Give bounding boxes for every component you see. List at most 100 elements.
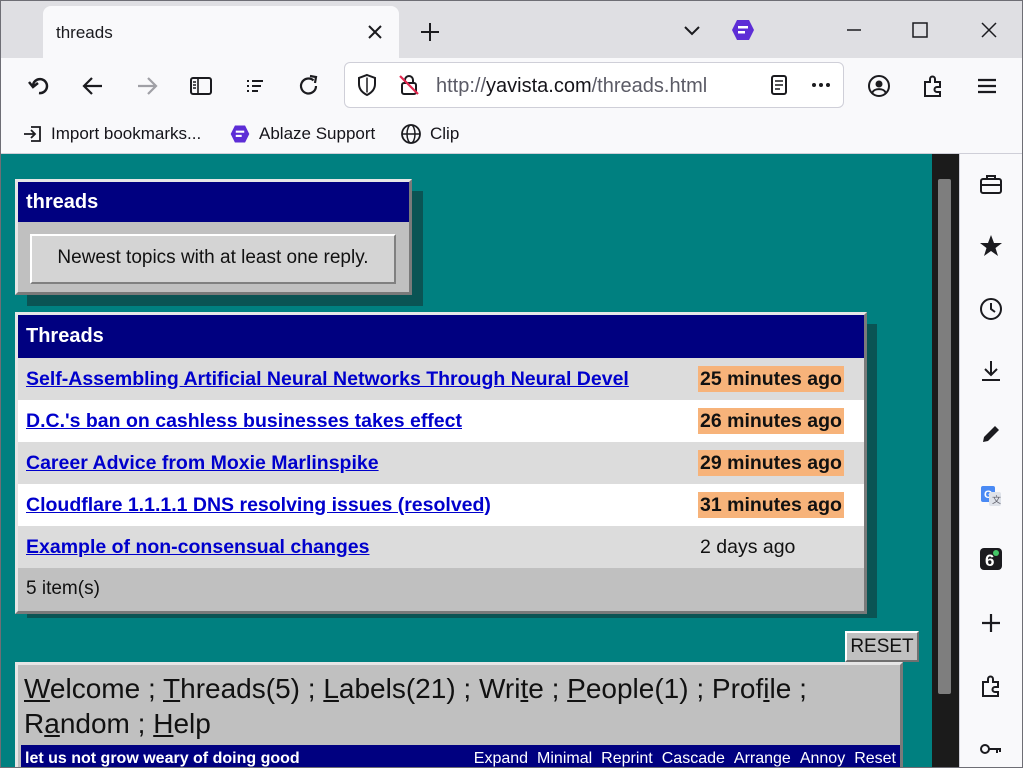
bookmark-label: Import bookmarks... <box>51 124 202 143</box>
star-icon[interactable] <box>977 232 1005 260</box>
thread-row: Cloudflare 1.1.1.1 DNS resolving issues … <box>18 484 864 526</box>
motto-bar: let us not grow weary of doing good Expa… <box>21 745 900 767</box>
thread-row: Example of non-consensual changes 2 days… <box>18 526 864 568</box>
new-tab-icon[interactable] <box>417 19 443 45</box>
forward-icon[interactable] <box>134 73 160 99</box>
back-icon[interactable] <box>80 73 106 99</box>
page-content: threads Newest topics with at least one … <box>1 154 932 767</box>
reload-icon[interactable] <box>296 73 322 99</box>
thread-link[interactable]: Example of non-consensual changes <box>26 536 690 559</box>
account-icon[interactable] <box>866 73 892 99</box>
bookmark-clip[interactable]: Clip <box>400 121 459 147</box>
menu-profile[interactable]: Profile <box>712 673 791 704</box>
header-panel-description: Newest topics with at least one reply. <box>30 234 396 284</box>
extension-6-icon[interactable]: 6 <box>977 545 1005 573</box>
shield-icon[interactable] <box>354 72 380 98</box>
display-options: Expand Minimal Reprint Cascade Arrange A… <box>474 750 896 767</box>
plus-icon[interactable] <box>977 609 1005 637</box>
minimize-icon[interactable] <box>841 17 867 43</box>
threads-panel-title: Threads <box>18 315 864 358</box>
ablaze-icon <box>230 125 250 143</box>
tab-threads[interactable]: threads <box>43 6 399 58</box>
bookmark-label: Clip <box>430 124 460 143</box>
access-key: L <box>323 673 339 704</box>
toolbox-icon[interactable] <box>977 170 1005 198</box>
list-icon[interactable] <box>242 73 268 99</box>
download-icon[interactable] <box>977 357 1005 385</box>
access-key: W <box>24 673 50 704</box>
menu-people[interactable]: People(1) <box>567 673 688 704</box>
sidebar-toggle-icon[interactable] <box>188 73 214 99</box>
thread-time: 26 minutes ago <box>698 408 844 434</box>
undo-close-tab-icon[interactable] <box>26 73 52 99</box>
import-icon <box>24 126 41 142</box>
maximize-icon[interactable] <box>907 17 933 43</box>
tab-title: threads <box>56 23 113 42</box>
clock-icon[interactable] <box>977 295 1005 323</box>
option-annoy[interactable]: Annoy <box>800 750 845 767</box>
menu-random[interactable]: Random <box>24 708 130 739</box>
insecure-lock-icon[interactable] <box>396 72 422 98</box>
option-expand[interactable]: Expand <box>474 750 528 767</box>
svg-text:文: 文 <box>992 494 1001 506</box>
bookmark-import[interactable]: Import bookmarks... <box>23 121 201 147</box>
scrollbar-thumb[interactable] <box>938 179 951 694</box>
navigation-toolbar: http://yavista.com/threads.html <box>1 58 1022 114</box>
translate-icon[interactable]: G文 <box>977 482 1005 510</box>
key-icon[interactable] <box>977 735 1005 763</box>
thread-row: D.C.'s ban on cashless businesses takes … <box>18 400 864 442</box>
menu-label: elp <box>173 708 211 739</box>
puzzle-icon[interactable] <box>977 672 1005 700</box>
thread-link[interactable]: Self-Assembling Artificial Neural Networ… <box>26 368 690 391</box>
menu-label: elcome <box>49 673 141 704</box>
menu-label: e <box>528 673 544 704</box>
thread-time: 31 minutes ago <box>698 492 844 518</box>
option-minimal[interactable]: Minimal <box>537 750 592 767</box>
menu-label: Prof <box>711 673 764 704</box>
pen-icon[interactable] <box>977 420 1005 448</box>
option-arrange[interactable]: Arrange <box>734 750 791 767</box>
menu-labels[interactable]: Labels(21) <box>323 673 455 704</box>
thread-link[interactable]: Career Advice from Moxie Marlinspike <box>26 452 690 475</box>
menu-panel: Welcome ; Threads(5) ; Labels(21) ; Writ… <box>15 662 903 767</box>
reader-view-icon[interactable] <box>766 72 792 98</box>
menu-welcome[interactable]: Welcome <box>24 673 140 704</box>
thread-row: Self-Assembling Artificial Neural Networ… <box>18 358 864 400</box>
menu-label: R <box>24 708 45 739</box>
threads-panel: Threads Self-Assembling Artificial Neura… <box>15 312 867 614</box>
thread-link[interactable]: Cloudflare 1.1.1.1 DNS resolving issues … <box>26 494 690 517</box>
option-reprint[interactable]: Reprint <box>601 750 653 767</box>
menu-write[interactable]: Write <box>479 673 544 704</box>
menu-label: hreads(5) <box>180 673 300 704</box>
svg-text:6: 6 <box>985 551 994 570</box>
reset-button[interactable]: RESET <box>845 631 919 662</box>
page-actions-more-icon[interactable] <box>808 72 834 98</box>
option-reset[interactable]: Reset <box>854 750 896 767</box>
menu-label: le <box>769 673 792 704</box>
thread-link[interactable]: D.C.'s ban on cashless businesses takes … <box>26 410 690 433</box>
menu-help[interactable]: Help <box>153 708 211 739</box>
bookmark-label: Ablaze Support <box>259 124 376 143</box>
page-scrollbar[interactable] <box>932 154 959 767</box>
ablaze-account-icon[interactable] <box>730 17 756 43</box>
url-text[interactable]: http://yavista.com/threads.html <box>436 75 707 98</box>
url-bar[interactable]: http://yavista.com/threads.html <box>344 62 844 108</box>
menu-threads[interactable]: Threads(5) <box>163 673 300 704</box>
thread-row: Career Advice from Moxie Marlinspike 29 … <box>18 442 864 484</box>
extensions-icon[interactable] <box>920 73 946 99</box>
header-panel-title: threads <box>18 182 409 222</box>
close-tab-icon[interactable] <box>363 20 387 44</box>
close-window-icon[interactable] <box>976 17 1002 43</box>
sidebar-panel: G文 6 <box>959 154 1022 767</box>
main-menu: Welcome ; Threads(5) ; Labels(21) ; Writ… <box>24 673 807 739</box>
browser-window: threads http://yavista.com/threads.html … <box>0 0 1023 768</box>
bookmark-ablaze-support[interactable]: Ablaze Support <box>229 121 375 147</box>
globe-icon <box>401 124 421 144</box>
option-cascade[interactable]: Cascade <box>662 750 725 767</box>
hamburger-menu-icon[interactable] <box>974 73 1000 99</box>
url-path: /threads.html <box>591 75 708 97</box>
url-domain: yavista.com <box>486 75 592 97</box>
thread-time: 25 minutes ago <box>698 366 844 392</box>
menu-label: ndom <box>59 708 130 739</box>
list-tabs-chevron-icon[interactable] <box>679 17 705 43</box>
